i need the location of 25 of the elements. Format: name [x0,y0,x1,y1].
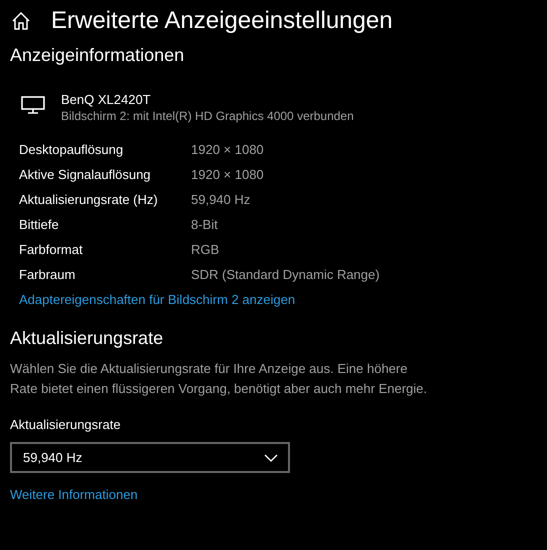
home-icon[interactable] [11,11,31,31]
info-label: Farbformat [19,242,84,257]
info-value: 59,940 Hz [191,192,250,207]
chevron-down-icon [264,454,278,462]
monitor-icon [21,96,45,114]
info-label: Desktopauflösung [19,142,124,157]
info-label: Aktualisierungsrate (Hz) [19,192,159,207]
info-label: Aktive Signalauflösung [19,167,152,182]
refresh-rate-dropdown[interactable]: 59,940 Hz [10,442,290,473]
monitor-name: BenQ XL2420T [61,92,152,107]
description-text: Wählen Sie die Aktualisierungsrate für Ihre Anzeige aus. Eine höhere Rate bietet einen flüssigeren Vorgang, benötigt aber auch mehr Energie. [10,360,428,398]
info-value: 1920 × 1080 [191,167,264,182]
info-value: RGB [191,242,220,257]
info-value: 8-Bit [191,217,218,232]
dropdown-label: Aktualisierungsrate [10,417,122,432]
info-label: Farbraum [19,267,76,282]
page-title: Erweiterte Anzeigeeinstellungen [51,7,393,35]
section-heading: Anzeigeinformationen [10,45,186,66]
info-value: 1920 × 1080 [191,142,264,157]
adapter-properties-link[interactable]: Adaptereigenschaften für Bildschirm 2 anzeigen [19,292,296,307]
info-value: SDR (Standard Dynamic Range) [191,267,380,282]
monitor-subtitle: Bildschirm 2: mit Intel(R) HD Graphics 4000 verbunden [61,109,354,123]
section-heading: Aktualisierungsrate [10,328,164,349]
info-label: Bittiefe [19,217,60,232]
more-info-link[interactable]: Weitere Informationen [10,487,138,502]
